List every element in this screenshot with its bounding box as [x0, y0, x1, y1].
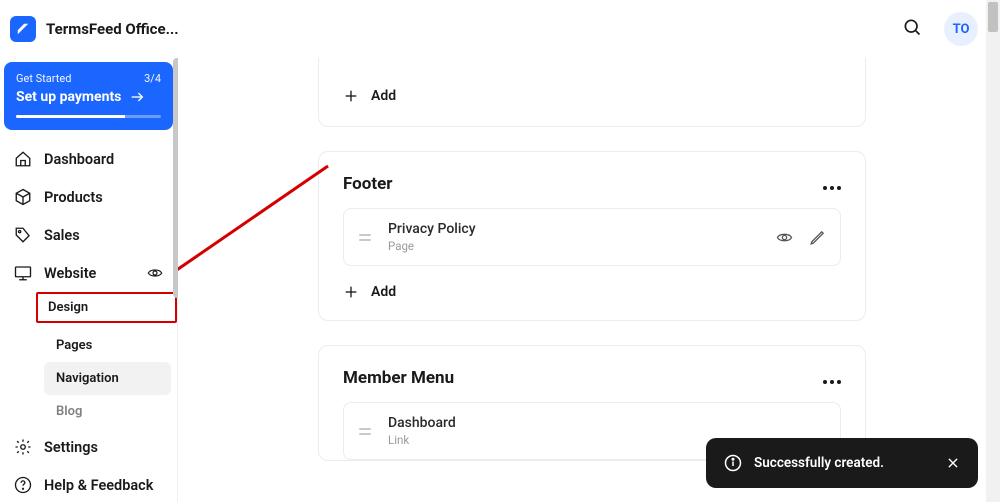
more-icon[interactable]	[823, 369, 841, 388]
box-icon	[14, 188, 32, 206]
more-icon[interactable]	[823, 175, 841, 194]
section-title: Member Menu	[343, 368, 454, 388]
close-icon[interactable]	[946, 456, 960, 470]
row-title: Dashboard	[388, 415, 826, 431]
sidebar-sub-design[interactable]: Design	[36, 292, 177, 323]
app-title: TermsFeed Office...	[46, 20, 179, 38]
sidebar-item-label: Settings	[44, 439, 98, 456]
drag-handle-icon[interactable]	[358, 234, 372, 241]
help-icon	[14, 476, 32, 494]
add-label: Add	[371, 284, 396, 300]
tag-icon	[14, 226, 32, 244]
sidebar-item-label: Help & Feedback	[44, 477, 153, 494]
add-button[interactable]: Add	[319, 266, 865, 320]
get-started-cta: Set up payments	[16, 89, 121, 105]
annotation-arrow	[178, 158, 338, 318]
add-button[interactable]: Add	[343, 70, 841, 104]
sidebar-sub-pages[interactable]: Pages	[44, 329, 171, 362]
sidebar-sub-blog[interactable]: Blog	[44, 395, 171, 428]
drag-handle-icon[interactable]	[358, 428, 372, 435]
sidebar-item-label: Sales	[44, 227, 80, 244]
pencil-icon[interactable]	[809, 229, 826, 246]
sidebar-item-sales[interactable]: Sales	[0, 216, 177, 254]
sidebar-item-help[interactable]: Help & Feedback	[0, 466, 177, 504]
sidebar-item-website[interactable]: Website	[0, 254, 177, 292]
row-type: Page	[388, 239, 760, 253]
sidebar-item-settings[interactable]: Settings	[0, 428, 177, 466]
sidebar-item-label: Website	[44, 265, 96, 282]
plus-icon	[343, 284, 359, 300]
search-icon[interactable]	[902, 17, 922, 41]
avatar[interactable]: TO	[944, 12, 978, 46]
nav-row[interactable]: Privacy Policy Page	[343, 208, 841, 266]
eye-icon[interactable]	[147, 265, 163, 281]
add-label: Add	[371, 88, 396, 104]
arrow-right-icon	[129, 89, 145, 105]
sidebar-item-label: Dashboard	[44, 151, 114, 168]
eye-icon[interactable]	[776, 229, 793, 246]
info-icon	[724, 454, 742, 472]
home-icon	[14, 150, 32, 168]
get-started-label: Get Started	[16, 72, 71, 85]
sidebar-item-dashboard[interactable]: Dashboard	[0, 140, 177, 178]
sidebar-sub-label: Design	[48, 300, 88, 315]
toast: Successfully created.	[706, 438, 978, 488]
toast-message: Successfully created.	[754, 455, 884, 471]
sidebar-item-label: Products	[44, 189, 103, 206]
plus-icon	[343, 88, 359, 104]
gear-icon	[14, 438, 32, 456]
footer-section-card: Footer Privacy Policy Page Add	[318, 151, 866, 321]
page-scrollbar[interactable]	[986, 0, 1000, 502]
sidebar-sub-navigation[interactable]: Navigation	[44, 362, 171, 395]
get-started-card[interactable]: Get Started 3/4 Set up payments	[4, 62, 173, 130]
sidebar-item-products[interactable]: Products	[0, 178, 177, 216]
section-card: Add	[318, 58, 866, 127]
row-title: Privacy Policy	[388, 221, 760, 237]
monitor-icon	[14, 264, 32, 282]
get-started-progress: 3/4	[144, 72, 161, 85]
app-logo[interactable]	[10, 16, 36, 42]
section-title: Footer	[343, 174, 393, 194]
